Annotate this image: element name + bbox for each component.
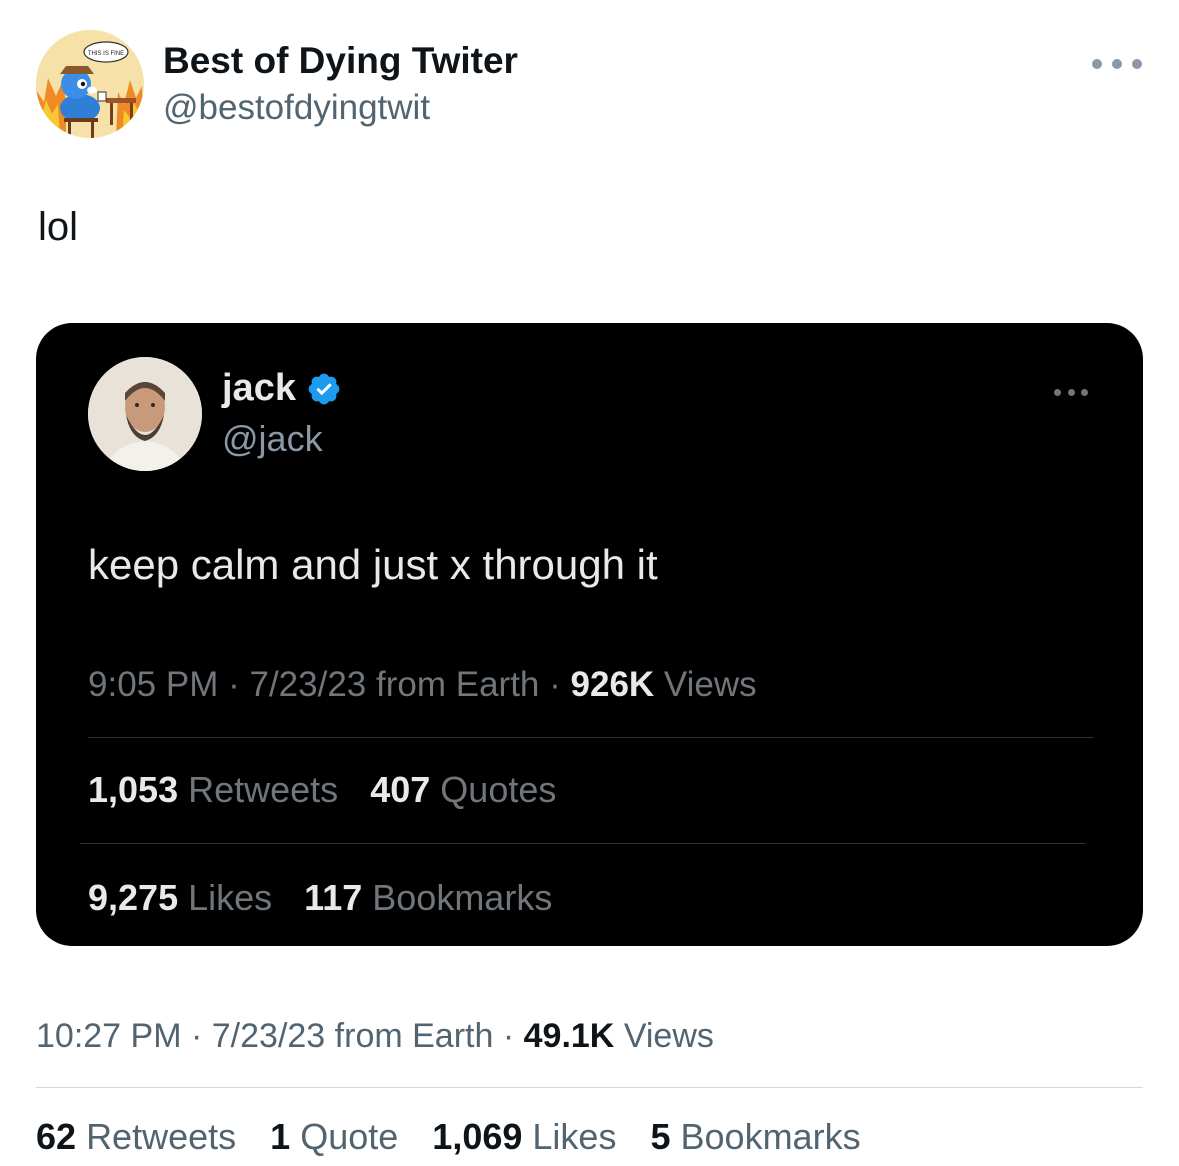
- separator: ·: [228, 665, 240, 704]
- quoted-quotes-stat: 407 Quotes: [370, 769, 556, 810]
- likes-stat-link[interactable]: 1,069 Likes: [432, 1116, 616, 1157]
- quoted-tweet-text: keep calm and just x through it: [88, 541, 658, 588]
- views-count[interactable]: 49.1K: [524, 1017, 615, 1055]
- quoted-author-name: jack: [222, 367, 296, 409]
- tweet-stats: 62 Retweets 1 Quote 1,069 Likes 5 Bookma…: [36, 1116, 885, 1158]
- bookmarks-stat-link[interactable]: 5 Bookmarks: [650, 1116, 860, 1157]
- separator: ·: [190, 1017, 203, 1055]
- quoted-time: 9:05 PM: [88, 665, 219, 704]
- avatar-sign-text: THIS IS FINE: [88, 51, 124, 57]
- dot: [1054, 388, 1061, 396]
- quoted-stats-row-1: 1,053 Retweets 407 Quotes: [88, 769, 578, 811]
- this-is-fine-dog-icon: THIS IS FINE: [36, 30, 144, 138]
- author-name[interactable]: Best of Dying Twiter: [163, 40, 518, 82]
- more-options-icon[interactable]: [1092, 52, 1142, 76]
- portrait-avatar-icon: [88, 357, 202, 471]
- stat-count: 62: [36, 1116, 77, 1157]
- dot: [1067, 388, 1075, 396]
- stat-count: 1,053: [88, 769, 179, 810]
- quoted-likes-stat: 9,275 Likes: [88, 877, 272, 918]
- dot: [1112, 59, 1122, 69]
- separator: ·: [502, 1017, 515, 1055]
- dot: [1092, 59, 1102, 69]
- quoted-views-count: 926K: [570, 665, 655, 704]
- stat-label: Likes: [188, 877, 273, 918]
- stat-count: 117: [304, 877, 363, 918]
- tweet-location: from Earth: [334, 1017, 494, 1055]
- stat-count: 407: [370, 769, 431, 810]
- quoted-location: from Earth: [376, 665, 540, 704]
- divider: [80, 843, 1086, 844]
- quoted-date: 7/23/23: [249, 665, 367, 704]
- stat-label: Quote: [300, 1116, 399, 1157]
- divider: [88, 737, 1094, 738]
- tweet-text: lol: [38, 205, 79, 249]
- stat-label: Retweets: [86, 1116, 237, 1157]
- quoted-bookmarks-stat: 117 Bookmarks: [304, 877, 552, 918]
- quoted-stats-row-2: 9,275 Likes 117 Bookmarks: [88, 877, 574, 919]
- stat-label: Retweets: [188, 769, 339, 810]
- verified-badge-icon: [308, 373, 340, 404]
- divider: [36, 1087, 1143, 1088]
- author-handle[interactable]: @bestofdyingtwit: [163, 88, 430, 128]
- quoted-retweets-stat: 1,053 Retweets: [88, 769, 338, 810]
- quotes-stat-link[interactable]: 1 Quote: [270, 1116, 398, 1157]
- quoted-more-options-icon: [1054, 385, 1088, 399]
- stat-count: 9,275: [88, 877, 179, 918]
- quoted-tweet-meta: 9:05 PM · 7/23/23 from Earth · 926K View…: [88, 665, 757, 705]
- quoted-author-avatar: [88, 357, 202, 471]
- stat-label: Bookmarks: [680, 1116, 861, 1157]
- views-label[interactable]: Views: [624, 1017, 714, 1055]
- retweets-stat-link[interactable]: 62 Retweets: [36, 1116, 236, 1157]
- stat-count: 1: [270, 1116, 291, 1157]
- tweet-meta: 10:27 PM · 7/23/23 from Earth · 49.1K Vi…: [36, 1017, 714, 1056]
- separator: ·: [549, 665, 561, 704]
- embedded-tweet-image[interactable]: jack @jack keep calm and just x through …: [36, 323, 1143, 946]
- stat-count: 5: [650, 1116, 671, 1157]
- stat-label: Likes: [532, 1116, 617, 1157]
- stat-label: Bookmarks: [372, 877, 553, 918]
- dot: [1132, 59, 1142, 69]
- quoted-views-label: Views: [663, 665, 757, 704]
- tweet-time[interactable]: 10:27 PM: [36, 1017, 182, 1055]
- dot: [1081, 388, 1088, 396]
- tweet-date[interactable]: 7/23/23: [212, 1017, 325, 1055]
- author-avatar[interactable]: THIS IS FINE: [36, 30, 144, 138]
- stat-count: 1,069: [432, 1116, 523, 1157]
- quoted-author-handle: @jack: [222, 418, 323, 459]
- stat-label: Quotes: [440, 769, 557, 810]
